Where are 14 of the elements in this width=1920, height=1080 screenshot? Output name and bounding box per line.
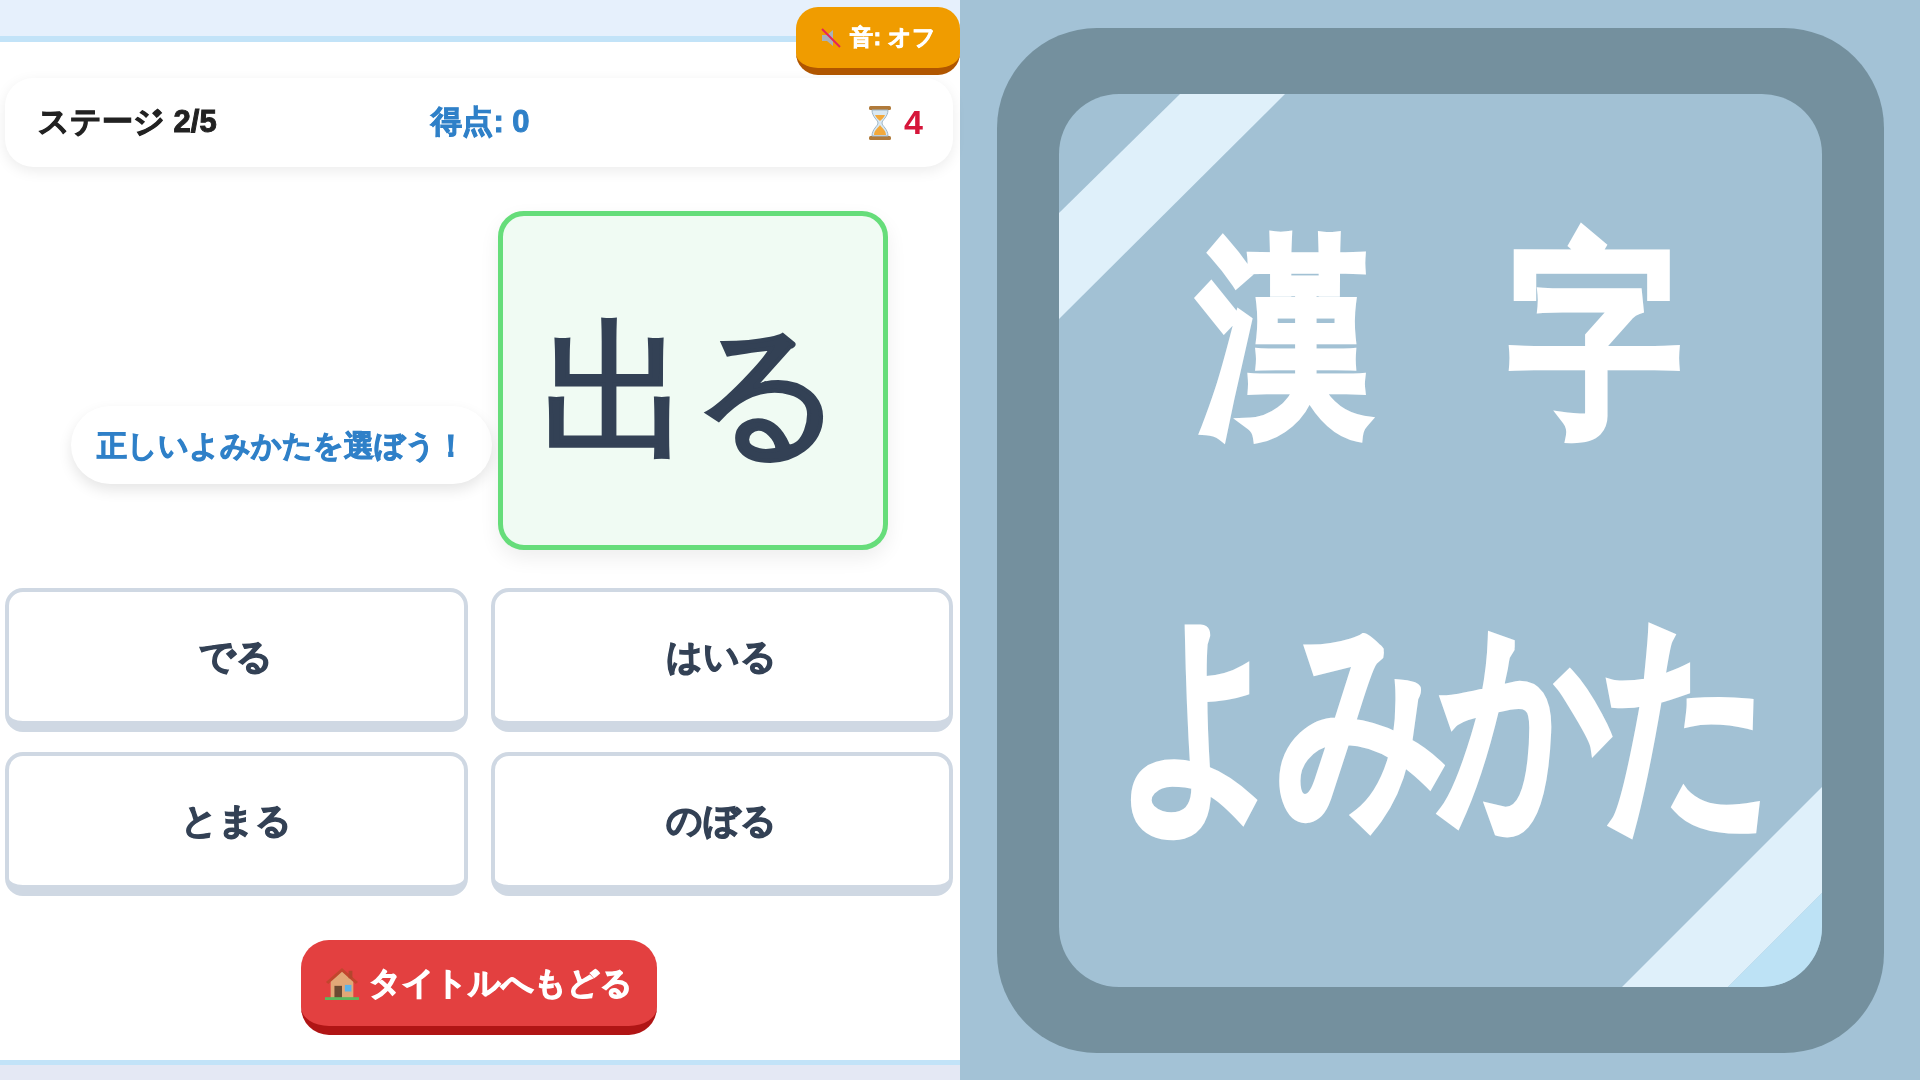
- stage-counter: ステージ 2/5: [38, 103, 218, 142]
- title-kanji: 漢 字: [1196, 218, 1683, 457]
- back-to-title-button[interactable]: タイトルへもどる: [301, 940, 657, 1035]
- answer-choice-button[interactable]: のぼる: [490, 752, 953, 896]
- prompt-text: 正しいよみかたを選ぼう！: [96, 427, 466, 464]
- title-reading: よみかた: [1114, 591, 1766, 849]
- kanji-word: 出る: [540, 308, 845, 478]
- answer-choice-button[interactable]: はいる: [490, 588, 953, 732]
- house-icon: [325, 966, 359, 1000]
- timer-count: 4: [904, 102, 923, 143]
- answer-choice-button[interactable]: でる: [5, 588, 468, 732]
- score-text: 得点: 0: [431, 103, 530, 142]
- answer-choice-button[interactable]: とまる: [5, 752, 468, 896]
- hourglass-icon: [868, 105, 893, 140]
